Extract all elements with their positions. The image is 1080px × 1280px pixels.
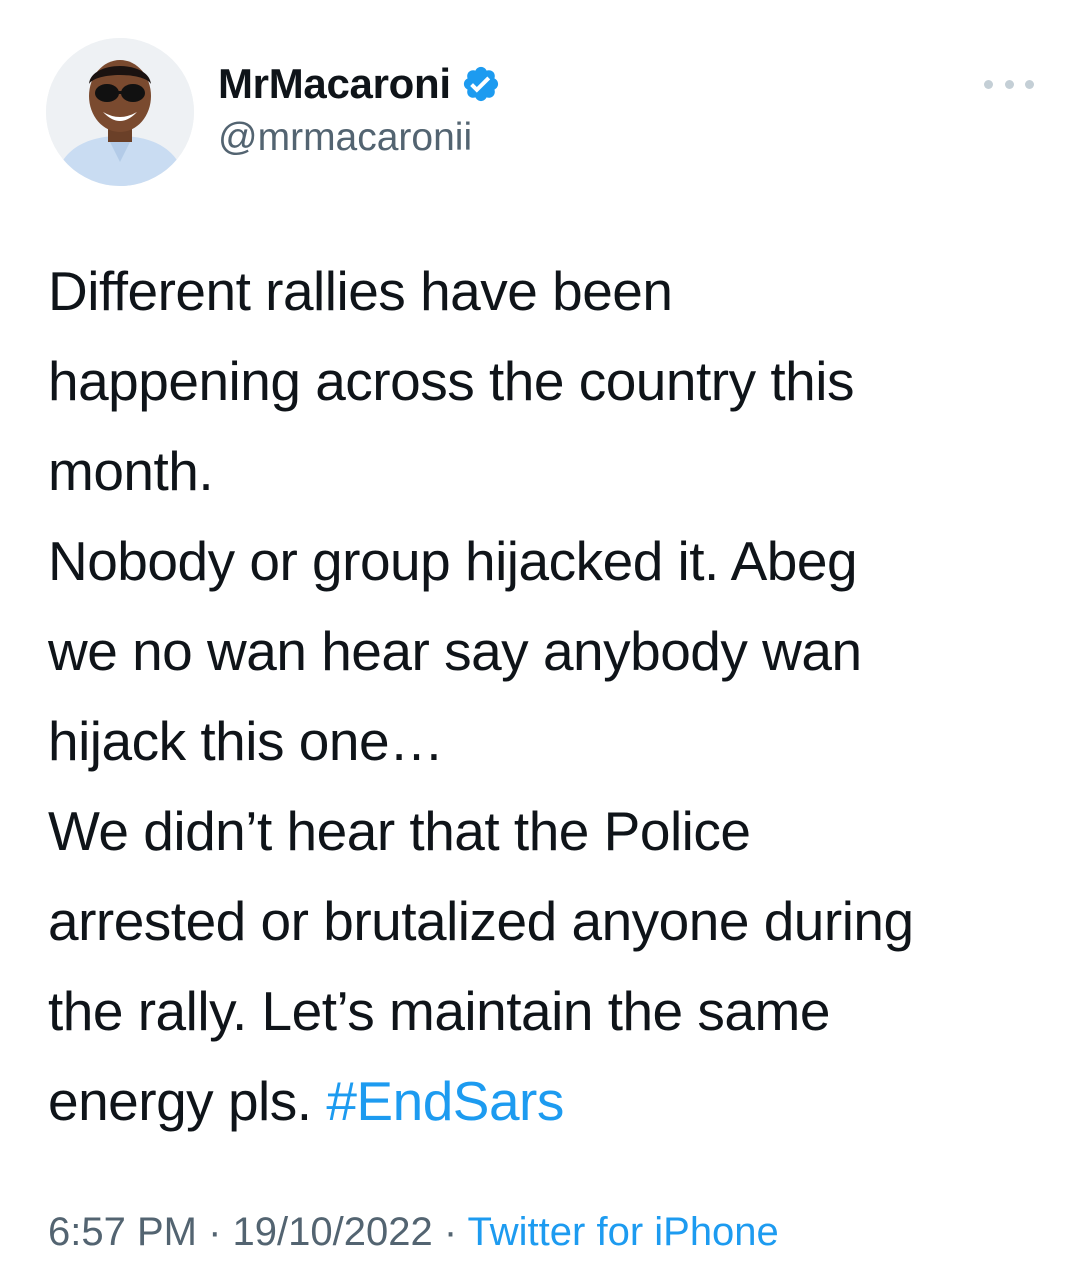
tweet-line: happening across the country this [48, 350, 854, 412]
meta-separator: · [196, 1210, 233, 1254]
tweet-source-link[interactable]: Twitter for iPhone [468, 1210, 779, 1254]
author-block: MrMacaroni @mrmacaronii [218, 58, 501, 160]
tweet-line: hijack this one… [48, 710, 444, 772]
tweet-meta: 6:57 PM · 19/10/2022 · Twitter for iPhon… [48, 1210, 779, 1255]
tweet-text: Different rallies have been happening ac… [48, 246, 1048, 1146]
name-row: MrMacaroni [218, 58, 501, 110]
tweet-time[interactable]: 6:57 PM [48, 1210, 197, 1254]
tweet-line: We didn’t hear that the Police [48, 800, 751, 862]
meta-separator: · [432, 1210, 468, 1254]
tweet-line: the rally. Let’s maintain the same [48, 980, 830, 1042]
user-handle[interactable]: @mrmacaronii [218, 116, 501, 160]
hashtag-link[interactable]: #EndSars [326, 1070, 564, 1132]
display-name[interactable]: MrMacaroni [218, 60, 451, 108]
dot [1004, 79, 1014, 89]
more-options-icon[interactable] [984, 74, 1034, 94]
tweet-line-text: energy pls. [48, 1070, 312, 1132]
dot [984, 79, 993, 89]
tweet-last-line: energy pls. #EndSars [48, 1056, 1048, 1146]
dot [1025, 79, 1034, 89]
tweet-line: month. [48, 440, 214, 502]
tweet-date[interactable]: 19/10/2022 [233, 1210, 433, 1254]
verified-badge-icon [461, 64, 501, 104]
tweet-line: Nobody or group hijacked it. Abeg [48, 530, 858, 592]
avatar-image [46, 38, 194, 186]
tweet-line: we no wan hear say anybody wan [48, 620, 862, 682]
tweet-line: arrested or brutalized anyone during [48, 890, 914, 952]
tweet-line: Different rallies have been [48, 260, 673, 322]
tweet-card: MrMacaroni @mrmacaronii Different rallie… [0, 0, 1080, 1280]
avatar[interactable] [46, 38, 194, 186]
